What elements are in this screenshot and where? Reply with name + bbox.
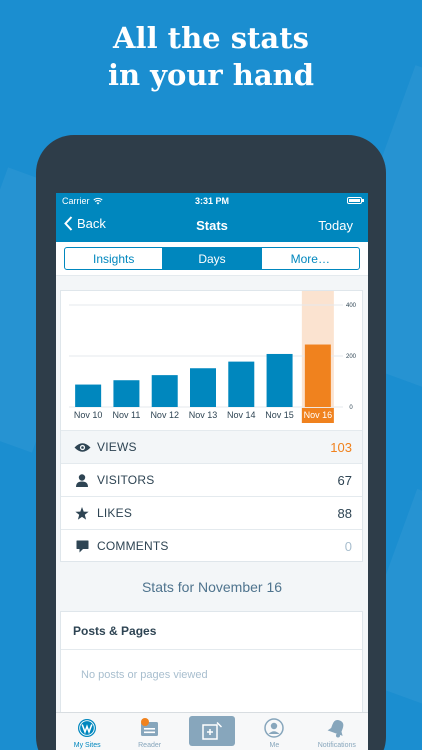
bar-nov-14 [228,361,255,407]
stat-row-likes[interactable]: LIKES 88 [61,496,362,529]
stat-value: 88 [337,505,352,521]
tab-label: Reader [138,742,162,749]
y-tick-label: 400 [346,303,357,309]
x-tick-label: Nov 10 [74,410,103,420]
stat-label: COMMENTS [97,539,169,553]
period-selector: Insights Days More… [56,242,368,276]
segment-more[interactable]: More… [262,248,359,269]
x-tick-label: Nov 14 [227,410,256,420]
x-tick-label: Nov 11 [112,410,140,420]
tab-label: My Sites [73,742,101,749]
tab-reader[interactable]: Reader [118,713,180,750]
stats-for-date: Stats for November 16 [141,579,283,595]
x-tick-label: Nov 15 [265,410,294,420]
tab-me[interactable]: Me [243,713,305,750]
battery-icon [347,197,364,204]
status-time: 3:31 PM [194,195,229,206]
stat-row-views[interactable]: VIEWS 103 [61,430,362,463]
tab-label: Me [269,742,280,749]
x-tick-label: Nov 12 [150,410,179,420]
stat-label: VISITORS [97,473,155,487]
headline: All the stats in your hand [0,20,422,94]
bar-nov-16 [304,344,331,407]
bar-nov-15 [266,353,293,407]
headline-line-2: in your hand [107,58,315,92]
star-icon [73,505,91,521]
posts-pages-title: Posts & Pages [73,624,157,638]
stats-chart-card: 0 200 400 Nov 10 Nov 11 Nov 12 Nov 13 Nov 14 Nov… [60,290,363,562]
headline-line-1: All the stats [113,21,309,55]
wordpress-icon [77,717,97,739]
stat-label: VIEWS [97,440,137,454]
tab-notifications[interactable]: Notifications [306,713,368,750]
x-tick-label: Nov 16 [304,410,333,420]
today-button[interactable]: Today [318,218,353,233]
posts-empty-message: No posts or pages viewed [81,669,208,681]
bar-nov-10 [75,384,102,407]
y-tick-label: 200 [346,354,357,360]
y-tick-label: 0 [349,405,353,411]
tab-new-post[interactable] [181,713,243,750]
views-bar-chart[interactable]: 0 200 400 Nov 10 Nov 11 Nov 12 Nov 13 Nov 14 Nov… [61,291,362,431]
status-bar: Carrier 3:31 PM [56,193,368,208]
stat-label: LIKES [97,506,133,520]
bell-icon [327,717,347,739]
reader-icon [139,717,161,739]
tab-my-sites[interactable]: My Sites [56,713,118,750]
stat-row-visitors[interactable]: VISITORS 67 [61,463,362,496]
stat-value: 0 [344,538,352,554]
new-post-icon [189,716,236,746]
stat-value: 67 [337,472,352,488]
app-screen: Carrier 3:31 PM Back Stats Today Insight… [56,193,368,750]
person-icon [73,472,91,488]
divider [61,649,362,650]
navigation-bar: Back Stats Today [56,208,368,242]
segment-insights[interactable]: Insights [65,248,164,269]
eye-icon [73,439,91,455]
avatar-icon [264,717,285,739]
x-tick-label: Nov 13 [189,410,218,420]
stat-row-comments[interactable]: COMMENTS 0 [61,529,362,562]
tab-label: Notifications [317,742,356,749]
comment-icon [73,538,91,554]
bar-nov-12 [151,375,178,407]
segment-days[interactable]: Days [163,248,262,269]
stat-value: 103 [330,439,352,455]
segmented-control: Insights Days More… [64,247,360,270]
tab-bar: My Sites Reader Me Notifications [56,712,368,750]
bar-nov-13 [190,368,216,407]
bar-nov-11 [113,380,140,407]
